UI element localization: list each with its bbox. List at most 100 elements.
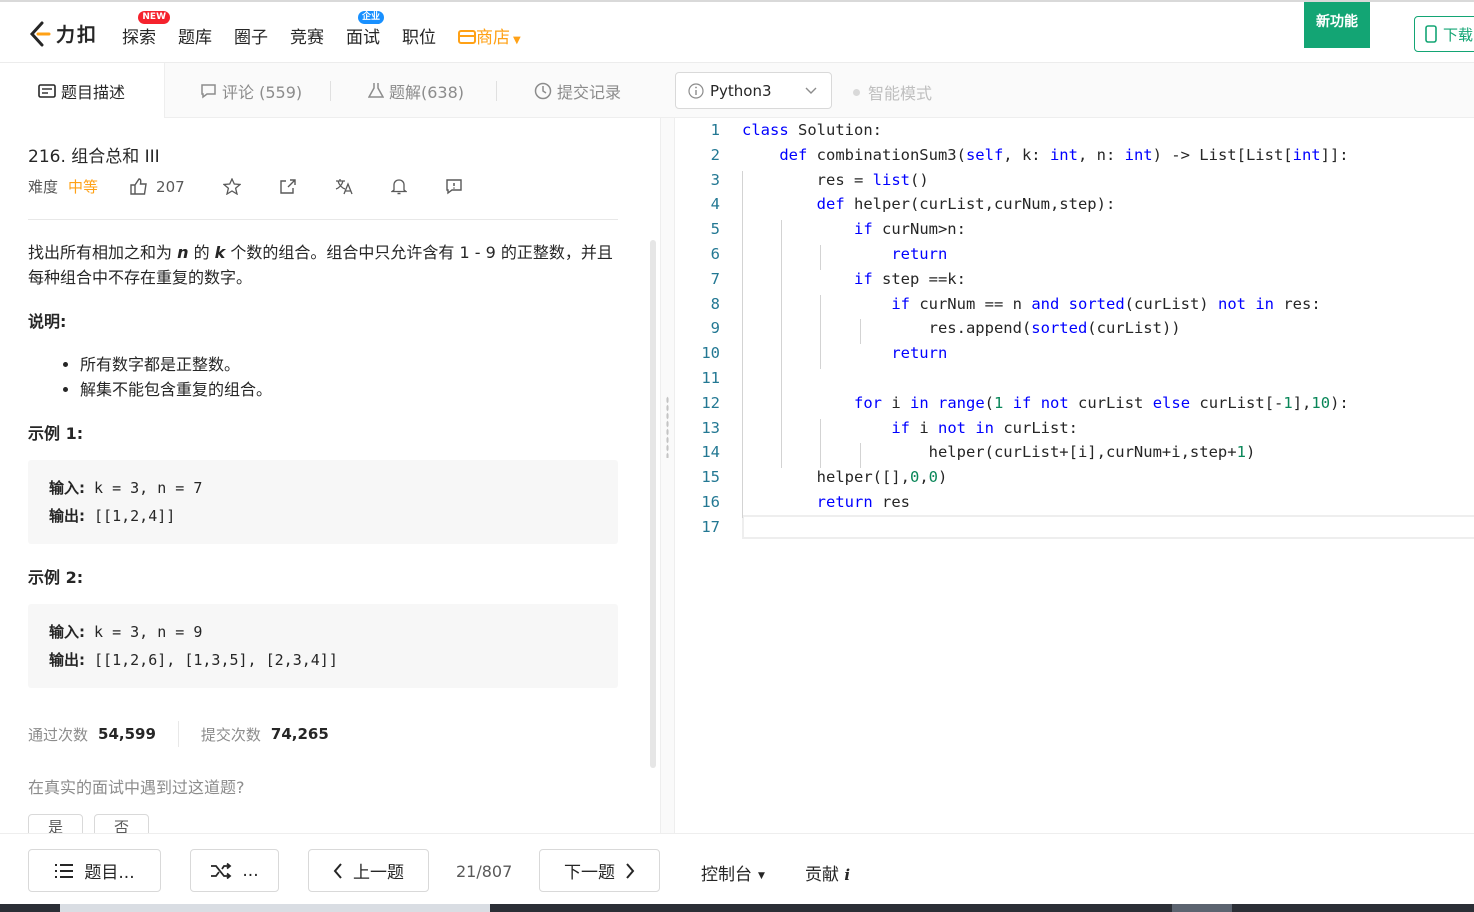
list-icon — [55, 863, 74, 878]
indent-guide — [820, 418, 822, 469]
line-number: 15 — [701, 468, 720, 487]
code-line[interactable]: helper([],0,0) — [742, 468, 948, 486]
nav-explore[interactable]: 探索 NEW — [122, 11, 170, 48]
feedback-button[interactable] — [445, 178, 463, 195]
code-line[interactable]: if curNum>n: — [742, 220, 966, 238]
code-line[interactable]: if step ==k: — [742, 270, 966, 288]
nav-jobs[interactable]: 职位 — [402, 23, 436, 48]
code-editor[interactable]: 1 class Solution: 2 def combinationSum3(se… — [675, 118, 1474, 833]
code-line[interactable]: if curNum == n and sorted(curList) not i… — [742, 295, 1320, 313]
notes-list: 所有数字都是正整数。 解集不能包含重复的组合。 — [62, 352, 272, 402]
problem-list-button[interactable]: 题目... — [28, 849, 161, 892]
nav-interview[interactable]: 面试 企业 — [346, 11, 384, 48]
indent-guide — [742, 170, 743, 518]
language-select[interactable]: Python3 — [675, 72, 832, 109]
translate-icon — [335, 179, 353, 195]
example2-block: 输入: k = 3, n = 9 输出: [[1,2,6], [1,3,5], … — [28, 604, 618, 688]
leetcode-logo[interactable]: 力扣 — [28, 20, 98, 47]
line-number: 12 — [701, 393, 720, 412]
tab-description[interactable]: 题目描述 — [0, 63, 165, 118]
submitted-count: 74,265 — [270, 725, 329, 743]
code-line[interactable]: return res — [742, 493, 910, 511]
code-line[interactable]: res.append(sorted(curList)) — [742, 319, 1181, 337]
code-line[interactable]: helper(curList+[i],curNum+i,step+1) — [742, 443, 1256, 461]
contribute-button[interactable]: 贡献 i — [805, 860, 850, 885]
submitted-label: 提交次数 — [200, 725, 261, 744]
thumbs-up-icon — [130, 178, 147, 195]
code-line[interactable]: def helper(curList,curNum,step): — [742, 195, 1116, 213]
indent-guide — [820, 245, 822, 270]
chevron-left-icon — [333, 862, 342, 879]
store-icon — [458, 30, 476, 44]
toggle-dot — [853, 88, 860, 96]
list-item: 所有数字都是正整数。 — [80, 352, 272, 377]
line-number: 13 — [701, 418, 720, 437]
chevron-right-icon — [626, 862, 635, 879]
problem-description: 找出所有相加之和为 n 的 k 个数的组合。组合中只允许含有 1 - 9 的正整… — [28, 243, 613, 287]
language-value: Python3 — [710, 81, 772, 100]
yes-button[interactable]: 是 — [28, 814, 83, 833]
indent-guide — [820, 294, 822, 369]
indent-guide — [781, 220, 783, 469]
accepted-label: 通过次数 — [28, 725, 89, 744]
caret-down-icon: ▼ — [513, 35, 521, 46]
favorite-button[interactable] — [222, 178, 241, 195]
prev-problem-button[interactable]: 上一题 — [308, 849, 429, 892]
pane-resizer[interactable] — [660, 118, 675, 833]
interview-question: 在真实的面试中遇到过这道题? — [28, 778, 245, 797]
code-line[interactable]: class Solution: — [742, 121, 882, 139]
smart-mode-toggle[interactable]: 智能模式 — [853, 80, 932, 104]
current-line-highlight — [742, 515, 1474, 539]
code-line[interactable]: if i not in curList: — [742, 419, 1078, 437]
divider — [28, 219, 618, 220]
line-number: 4 — [710, 195, 720, 214]
top-navbar: 力扣 探索 NEW 题库 圈子 竞赛 面试 企业 职位 商店 ▼ 新功能 下载 — [0, 0, 1474, 63]
line-number: 10 — [701, 344, 720, 363]
logo-icon — [29, 21, 51, 46]
code-line[interactable]: for i in range(1 if not curList else cur… — [742, 394, 1349, 412]
line-number: 5 — [710, 220, 720, 239]
tab-comments[interactable]: 评论 (559) — [200, 63, 302, 118]
nav-contest[interactable]: 竞赛 — [290, 23, 324, 48]
line-number: 8 — [710, 294, 720, 313]
example1-block: 输入: k = 3, n = 7 输出: [[1,2,4]] — [28, 460, 618, 544]
code-line[interactable]: def combinationSum3(self, k: int, n: int… — [742, 146, 1348, 164]
console-toggle[interactable]: 控制台 ▼ — [701, 860, 765, 885]
new-feature-banner[interactable]: 新功能 — [1304, 2, 1370, 48]
accepted-count: 54,599 — [98, 725, 156, 743]
tab-solutions[interactable]: 题解(638) — [368, 63, 464, 118]
line-number: 17 — [701, 517, 720, 536]
share-button[interactable] — [279, 178, 297, 195]
subscribe-button[interactable] — [390, 178, 407, 195]
nav-problems[interactable]: 题库 — [178, 23, 212, 48]
line-number: 7 — [710, 269, 720, 288]
like-count: 207 — [156, 177, 185, 196]
shuffle-icon — [211, 862, 232, 879]
grip-handle[interactable] — [666, 396, 669, 458]
phone-icon — [1425, 25, 1437, 43]
problem-meta: 难度 中等 207 — [28, 176, 501, 197]
line-number: 9 — [710, 319, 720, 338]
bell-icon — [390, 179, 407, 195]
problem-stats: 通过次数 54,599 提交次数 74,265 — [28, 721, 329, 747]
code-line[interactable]: return — [742, 344, 947, 362]
nav-store[interactable]: 商店 ▼ — [458, 23, 521, 48]
code-line[interactable]: return — [742, 245, 947, 263]
tab-submissions[interactable]: 提交记录 — [534, 63, 621, 118]
left-scrollbar[interactable] — [650, 240, 656, 768]
translate-button[interactable] — [335, 178, 353, 195]
info-icon — [688, 82, 704, 99]
code-line[interactable]: res = list() — [742, 171, 929, 189]
flask-icon — [368, 83, 384, 98]
like-button[interactable]: 207 — [130, 178, 185, 196]
no-button[interactable]: 否 — [94, 814, 149, 833]
nav-circle[interactable]: 圈子 — [234, 23, 268, 48]
random-problem-button[interactable]: ... — [190, 849, 279, 892]
download-app-button[interactable]: 下载 — [1414, 16, 1474, 52]
caret-down-icon: ▼ — [758, 871, 765, 881]
next-problem-button[interactable]: 下一题 — [539, 849, 660, 892]
line-number: 11 — [701, 369, 720, 387]
share-icon — [279, 179, 296, 194]
line-number: 3 — [710, 170, 720, 189]
indent-guide — [859, 319, 861, 345]
